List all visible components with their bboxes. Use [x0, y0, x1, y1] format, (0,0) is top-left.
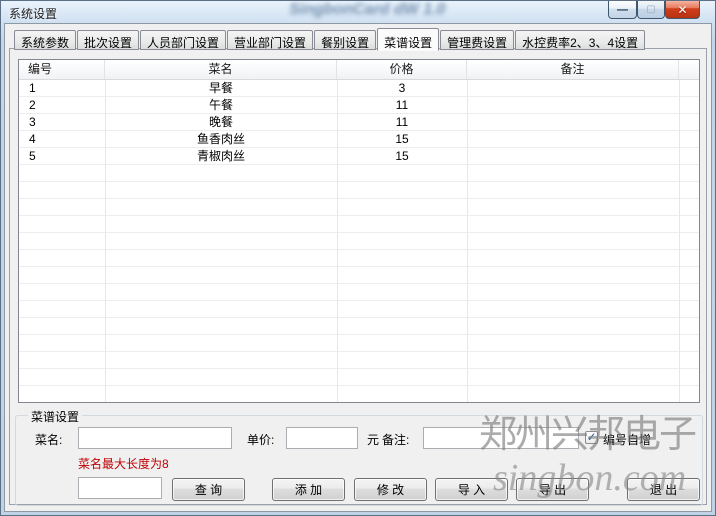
- dialog-client-area: 系统参数批次设置人员部门设置营业部门设置餐别设置菜谱设置管理费设置水控费率2、3…: [4, 23, 712, 512]
- table-header: 编号菜名价格备注: [19, 60, 699, 80]
- titlebar: SingbonCard dW 1.0 系统设置 — ▢ ✕: [1, 1, 715, 23]
- export-button[interactable]: 导 出: [516, 478, 589, 501]
- tab-item-5[interactable]: 菜谱设置: [377, 28, 439, 51]
- menu-settings-groupbox: 菜谱设置 菜名: 单价: 元 备注: ✓ 编号自增 菜名最大长度为8 查 询添 …: [15, 415, 703, 506]
- remark-input[interactable]: [423, 427, 579, 449]
- table-row[interactable]: 3晚餐11: [19, 114, 699, 131]
- tab-item-6[interactable]: 管理费设置: [440, 30, 514, 50]
- dish-name-label: 菜名:: [35, 431, 62, 448]
- column-header-0[interactable]: 编号: [19, 60, 105, 79]
- tab-item-0[interactable]: 系统参数: [14, 30, 76, 50]
- modify-button[interactable]: 修 改: [354, 478, 427, 501]
- system-settings-window: SingbonCard dW 1.0 系统设置 — ▢ ✕ 系统参数批次设置人员…: [0, 0, 716, 516]
- tab-item-4[interactable]: 餐别设置: [314, 30, 376, 50]
- background-window-ghost-text: SingbonCard dW 1.0: [289, 1, 445, 19]
- cell-name: 青椒肉丝: [105, 148, 337, 165]
- add-button[interactable]: 添 加: [272, 478, 345, 501]
- menu-table[interactable]: 编号菜名价格备注 1早餐32午餐113晚餐114鱼香肉丝155青椒肉丝15: [18, 59, 700, 403]
- cell-id: 1: [19, 80, 105, 97]
- table-row[interactable]: 1早餐3: [19, 80, 699, 97]
- cell-note: [467, 114, 679, 131]
- cell-id: 5: [19, 148, 105, 165]
- query-button[interactable]: 查 询: [172, 478, 245, 501]
- groupbox-title: 菜谱设置: [28, 408, 82, 425]
- tab-item-7[interactable]: 水控费率2、3、4设置: [515, 30, 645, 50]
- column-header-1[interactable]: 菜名: [105, 60, 337, 79]
- tab-page-menu-settings: 编号菜名价格备注 1早餐32午餐113晚餐114鱼香肉丝155青椒肉丝15 菜谱…: [9, 48, 707, 505]
- max-length-hint: 菜名最大长度为8: [78, 455, 169, 472]
- cell-price: 15: [337, 148, 467, 165]
- auto-number-checkbox[interactable]: ✓: [585, 431, 598, 444]
- table-row[interactable]: 4鱼香肉丝15: [19, 131, 699, 148]
- window-title: 系统设置: [9, 5, 57, 22]
- cell-note: [467, 80, 679, 97]
- cell-name: 早餐: [105, 80, 337, 97]
- table-body[interactable]: 1早餐32午餐113晚餐114鱼香肉丝155青椒肉丝15: [19, 80, 699, 402]
- tab-item-3[interactable]: 营业部门设置: [227, 30, 313, 50]
- auto-number-checkbox-label: 编号自增: [603, 431, 651, 448]
- cell-price: 3: [337, 80, 467, 97]
- dish-name-input[interactable]: [78, 427, 232, 449]
- column-header-3[interactable]: 备注: [467, 60, 679, 79]
- checkmark-icon: ✓: [586, 430, 596, 444]
- cell-name: 晚餐: [105, 114, 337, 131]
- minimize-icon[interactable]: —: [608, 1, 637, 19]
- remark-label: 备注:: [382, 431, 409, 448]
- cell-note: [467, 148, 679, 165]
- tab-bar: 系统参数批次设置人员部门设置营业部门设置餐别设置菜谱设置管理费设置水控费率2、3…: [14, 28, 646, 50]
- cell-name: 午餐: [105, 97, 337, 114]
- window-controls: — ▢ ✕: [608, 1, 700, 19]
- cell-price: 11: [337, 114, 467, 131]
- table-row[interactable]: 5青椒肉丝15: [19, 148, 699, 165]
- cell-note: [467, 131, 679, 148]
- yuan-unit-label: 元: [367, 431, 379, 448]
- cell-name: 鱼香肉丝: [105, 131, 337, 148]
- exit-button[interactable]: 退 出: [627, 478, 700, 501]
- close-icon[interactable]: ✕: [665, 1, 700, 19]
- table-row[interactable]: 2午餐11: [19, 97, 699, 114]
- unit-price-label: 单价:: [247, 431, 274, 448]
- tab-item-1[interactable]: 批次设置: [77, 30, 139, 50]
- search-input[interactable]: [78, 477, 162, 499]
- cell-id: 4: [19, 131, 105, 148]
- tab-item-2[interactable]: 人员部门设置: [140, 30, 226, 50]
- cell-id: 2: [19, 97, 105, 114]
- cell-price: 11: [337, 97, 467, 114]
- maximize-icon[interactable]: ▢: [637, 1, 665, 19]
- cell-price: 15: [337, 131, 467, 148]
- cell-note: [467, 97, 679, 114]
- column-header-filler: [679, 60, 699, 79]
- cell-id: 3: [19, 114, 105, 131]
- unit-price-input[interactable]: [286, 427, 358, 449]
- import-button[interactable]: 导 入: [435, 478, 508, 501]
- column-header-2[interactable]: 价格: [337, 60, 467, 79]
